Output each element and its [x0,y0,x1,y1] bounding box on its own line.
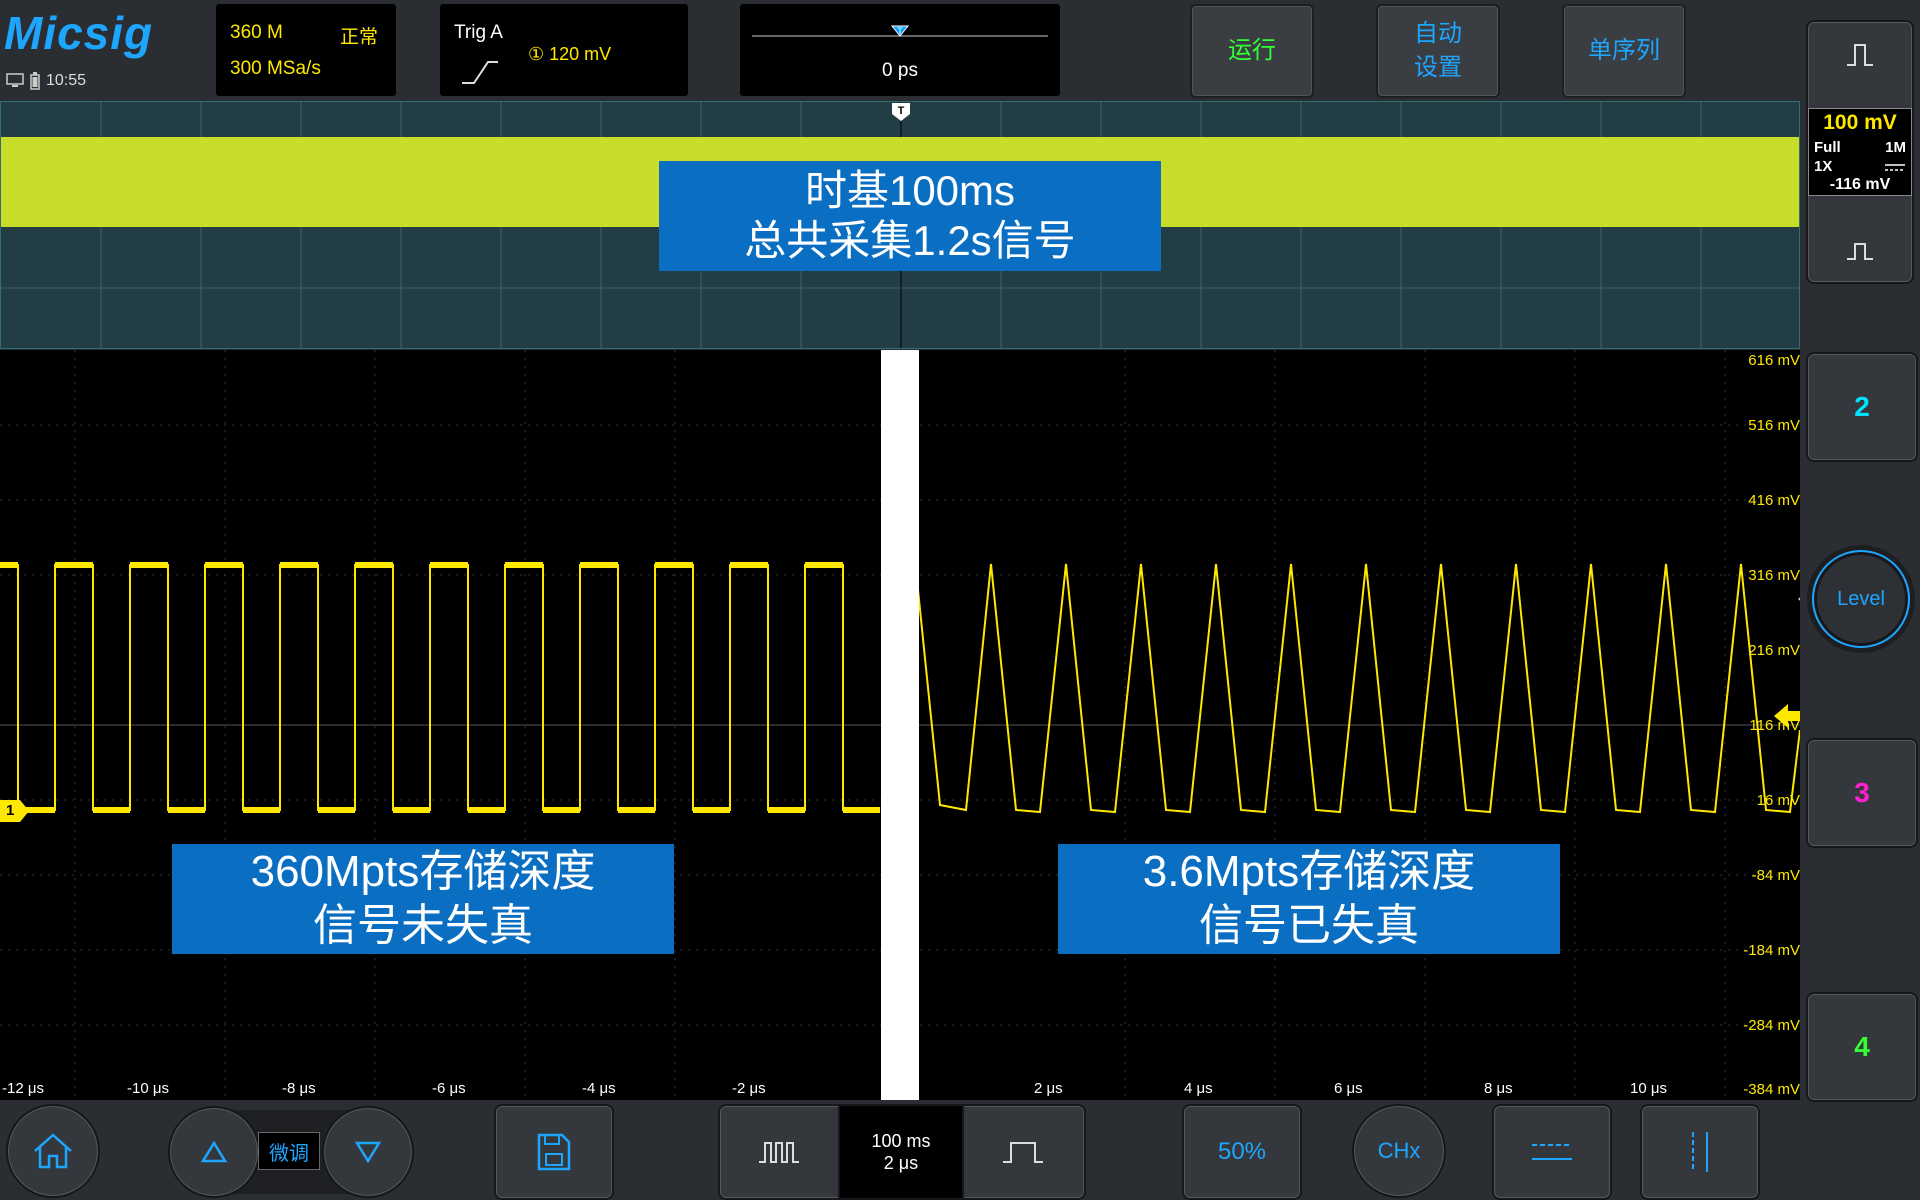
monitor-icon [6,73,24,87]
ch4-button[interactable]: 4 [1806,992,1918,1102]
fifty-percent-button[interactable]: 50% [1182,1104,1302,1200]
clock: 10:55 [46,72,87,89]
y-label: 316 mV [1748,567,1800,584]
left-caption-line2: 信号未失真 [313,901,533,950]
fine-tune-toggle[interactable]: 微调 [258,1132,320,1170]
increment-button[interactable] [168,1106,260,1198]
trigger-panel[interactable]: Trig A ① 120 mV [440,4,688,96]
timebase-decrease-button[interactable] [720,1106,840,1198]
time-position-panel[interactable]: T 0 ps [740,4,1060,96]
svg-text:T: T [897,26,903,36]
y-label: -184 mV [1743,942,1800,959]
rising-edge-icon [462,61,498,84]
auto-setup-line1: 自动 [1414,20,1462,47]
x-label: -4 μs [582,1080,616,1097]
vertical-cursor-icon [1692,1132,1708,1172]
ch1-info-panel[interactable]: 100 mV Full 1M 1X -116 mV [1808,108,1912,196]
x-label: -2 μs [732,1080,766,1097]
ch1-bandwidth: Full [1814,139,1841,156]
timebase-main: 100 ms [871,1131,931,1151]
overview-trigger-marker-icon: T [892,103,910,121]
main-waveform-area[interactable]: 1 360Mpts存储深度 信号未失真 3.6Mpts存储深度 信号已失真 [0,350,1800,1100]
dc-coupling-icon [1885,164,1905,171]
y-label: -284 mV [1743,1017,1800,1034]
aliased-waveform [917,563,1800,814]
timebase-control[interactable]: 100 ms 2 μs [718,1104,1086,1200]
y-label: 616 mV [1748,352,1800,369]
timebase-readout: 100 ms 2 μs [840,1106,962,1198]
x-label: 6 μs [1334,1080,1363,1097]
memory-depth: 360 M [230,22,283,43]
brand-logo: Micsig [4,7,154,59]
right-caption-line2: 信号已失真 [1199,901,1419,950]
pulse-icon [1847,243,1873,260]
save-button[interactable] [494,1104,614,1200]
x-label: 2 μs [1034,1080,1063,1097]
x-label: 10 μs [1630,1080,1667,1097]
ch1-offset: -116 mV [1829,176,1891,193]
time-offset: 0 ps [882,60,918,81]
y-label: 516 mV [1748,417,1800,434]
y-label: -84 mV [1751,867,1800,884]
up-arrow-icon [200,1140,228,1163]
status-line: 10:55 [6,72,86,90]
overview-caption: 时基100ms 总共采集1.2s信号 [659,161,1161,271]
horizontal-cursor-icon [1532,1144,1572,1160]
single-sequence-button[interactable]: 单序列 [1562,4,1686,98]
right-caption: 3.6Mpts存储深度 信号已失真 [1058,844,1560,954]
y-label: 416 mV [1748,492,1800,509]
right-caption-line1: 3.6Mpts存储深度 [1142,847,1476,896]
svg-text:T: T [898,105,905,117]
vertical-cursor-button[interactable] [1640,1104,1760,1200]
y-label: 16 mV [1756,792,1800,809]
x-label: -6 μs [432,1080,466,1097]
ch1-probe: 1X [1814,158,1833,175]
overview-caption-line1: 时基100ms [804,167,1016,214]
ch3-button[interactable]: 3 [1806,738,1918,848]
left-caption: 360Mpts存储深度 信号未失真 [172,844,674,954]
ch1-marker-label: 1 [6,802,15,819]
x-label: -8 μs [282,1080,316,1097]
acquisition-panel[interactable]: 360 M 正常 300 MSa/s [216,4,396,96]
pulse-wide-icon [1003,1142,1043,1163]
y-label: 116 mV [1749,717,1800,734]
run-button[interactable]: 运行 [1190,4,1314,98]
chx-button[interactable]: CHx [1352,1104,1446,1198]
x-label: -10 μs [127,1080,169,1097]
left-caption-line1: 360Mpts存储深度 [250,847,596,896]
overview-caption-line2: 总共采集1.2s信号 [744,217,1076,264]
ch2-button[interactable]: 2 [1806,352,1918,462]
home-button[interactable] [6,1104,100,1198]
y-label: 216 mV [1748,642,1800,659]
save-icon [537,1133,571,1171]
acquisition-mode: 正常 [340,27,379,48]
trigger-level: ① 120 mV [528,44,612,64]
level-button[interactable]: Level [1812,550,1910,648]
y-label: -384 mV [1743,1081,1800,1098]
battery-icon [30,72,40,90]
overview-window[interactable]: T 时基100ms 总共采集1.2s信号 [0,101,1800,349]
ch1-ground-marker-icon[interactable] [0,800,30,822]
x-label: 4 μs [1184,1080,1213,1097]
x-label: 8 μs [1484,1080,1513,1097]
decrement-button[interactable] [322,1106,414,1198]
horizontal-cursor-button[interactable] [1492,1104,1612,1200]
ch1-scale: 100 mV [1823,111,1897,134]
auto-setup-button[interactable]: 自动 设置 [1376,4,1500,98]
sample-rate: 300 MSa/s [230,58,321,79]
split-divider [881,350,919,1100]
down-arrow-icon [354,1141,382,1164]
home-icon [34,1133,72,1169]
auto-setup-line2: 设置 [1414,54,1462,81]
x-label: -12 μs [2,1080,44,1097]
ch1-impedance: 1M [1885,139,1906,156]
horizontal-position-ruler: T [752,25,1048,37]
pulse-icon [1847,44,1873,66]
trigger-label: Trig A [454,22,503,43]
pulse-narrow-icon [759,1142,799,1163]
timebase-increase-button[interactable] [962,1106,1082,1198]
square-waveform [0,562,880,813]
timebase-zoom: 2 μs [883,1153,919,1173]
